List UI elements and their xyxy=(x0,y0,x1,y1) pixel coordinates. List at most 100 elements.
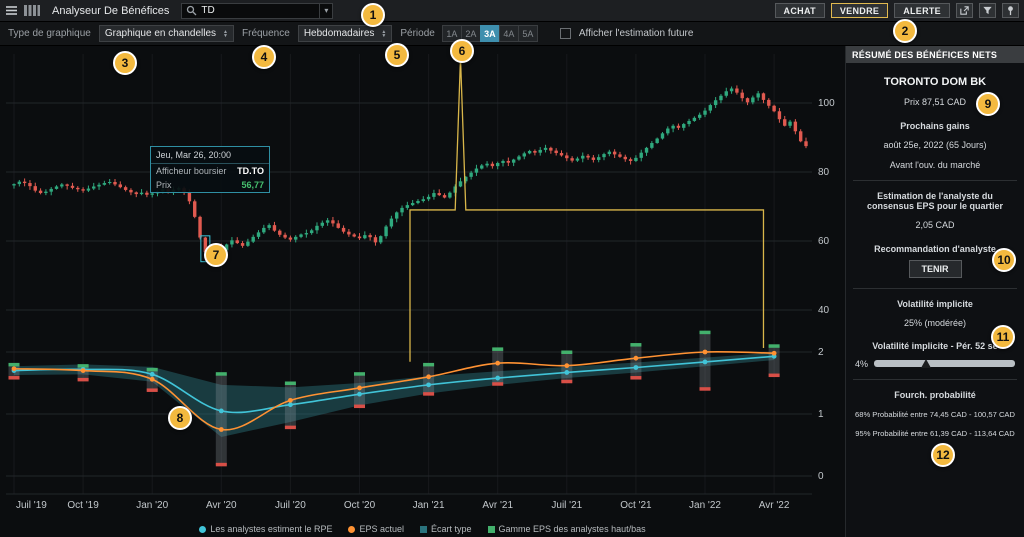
slider-marker[interactable] xyxy=(921,359,931,368)
probability-range-label: Fourch. probabilité xyxy=(853,390,1017,400)
legend-item[interactable]: Gamme EPS des analystes haut/bas xyxy=(488,524,646,534)
buy-button[interactable]: ACHAT xyxy=(775,3,825,18)
chart-toolbar: Type de graphique Graphique en chandelle… xyxy=(0,22,1024,46)
iv-52wk-slider[interactable] xyxy=(874,360,1015,367)
svg-text:Avr '21: Avr '21 xyxy=(482,500,513,511)
implied-volatility-value: 25% (modérée) xyxy=(853,318,1017,329)
legend-swatch xyxy=(199,526,206,533)
tooltip-symbol-value: TD.TO xyxy=(237,166,264,176)
updown-arrows-icon: ▲▼ xyxy=(381,30,386,38)
svg-text:60: 60 xyxy=(818,236,830,247)
implied-volatility-label: Volatilité implicite xyxy=(853,299,1017,309)
chart-type-dropdown[interactable]: Graphique en chandelles ▲▼ xyxy=(99,25,234,42)
svg-text:2: 2 xyxy=(818,347,824,358)
svg-text:Jan '21: Jan '21 xyxy=(413,500,445,511)
frequency-label: Fréquence xyxy=(242,28,290,39)
callout-10: 10 xyxy=(992,248,1016,272)
svg-text:Jan '20: Jan '20 xyxy=(136,500,168,511)
callout-9: 9 xyxy=(976,92,1000,116)
callout-2: 2 xyxy=(893,19,917,43)
frequency-value: Hebdomadaires xyxy=(304,28,375,39)
pin-icon[interactable] xyxy=(1002,3,1019,18)
future-estimate-checkbox[interactable] xyxy=(560,28,571,39)
next-earnings-when: Avant l'ouv. du marché xyxy=(853,160,1017,171)
legend-swatch xyxy=(488,526,495,533)
probability-95: 95% Probabilité entre 61,39 CAD - 113,64… xyxy=(853,429,1017,438)
sell-button[interactable]: VENDRE xyxy=(831,3,888,18)
alert-button[interactable]: ALERTE xyxy=(894,3,950,18)
external-link-icon[interactable] xyxy=(956,3,973,18)
app-root: Analyseur De Bénéfices ▾ ACHAT VENDRE AL… xyxy=(0,0,1024,537)
divider xyxy=(853,379,1017,380)
app-title: Analyseur De Bénéfices xyxy=(52,5,169,17)
svg-text:1: 1 xyxy=(818,409,824,420)
hamburger-menu-icon[interactable] xyxy=(5,5,18,16)
panel-header: RÉSUMÉ DES BÉNÉFICES NETS xyxy=(846,46,1024,63)
topbar: Analyseur De Bénéfices ▾ ACHAT VENDRE AL… xyxy=(0,0,1024,22)
svg-text:Avr '20: Avr '20 xyxy=(206,500,237,511)
callout-4: 4 xyxy=(252,45,276,69)
search-input[interactable] xyxy=(201,5,315,16)
chart-type-value: Graphique en chandelles xyxy=(105,28,216,39)
svg-text:Jan '22: Jan '22 xyxy=(689,500,721,511)
callout-7: 7 xyxy=(204,243,228,267)
chart-area: Juil '19 Oct '19 Jan '20 Avr '20 Juil '20 Oct… xyxy=(0,46,845,537)
symbol-search[interactable]: ▾ xyxy=(181,3,333,19)
axis-labels: Juil '19 Oct '19 Jan '20 Avr '20 Juil '20 Oct… xyxy=(16,98,835,511)
svg-text:100: 100 xyxy=(818,98,835,109)
period-4a-button[interactable]: 4A xyxy=(499,25,519,42)
consensus-eps-label: Estimation de l'analyste du consensus EP… xyxy=(853,191,1017,211)
callout-1: 1 xyxy=(361,3,385,27)
callout-3: 3 xyxy=(113,51,137,75)
chart-tooltip: Jeu, Mar 26, 20:00 Afficheur boursier TD.… xyxy=(150,146,270,193)
main-chart[interactable]: Juil '19 Oct '19 Jan '20 Avr '20 Juil '20 Oct… xyxy=(0,46,845,516)
legend-item[interactable]: EPS actuel xyxy=(348,524,404,534)
svg-text:Juil '21: Juil '21 xyxy=(551,500,582,511)
legend-item[interactable]: Les analystes estiment le RPE xyxy=(199,524,332,534)
caret-down-icon[interactable]: ▾ xyxy=(319,4,328,18)
period-label: Période xyxy=(400,28,434,39)
svg-text:0: 0 xyxy=(818,471,824,482)
legend-swatch xyxy=(420,526,427,533)
filter-icon[interactable] xyxy=(979,3,996,18)
next-earnings-label: Prochains gains xyxy=(853,121,1017,131)
tooltip-symbol-label: Afficheur boursier xyxy=(156,166,226,176)
iv-52wk-percent: 4% xyxy=(855,359,868,369)
svg-text:Avr '22: Avr '22 xyxy=(759,500,790,511)
svg-text:Oct '21: Oct '21 xyxy=(620,500,652,511)
future-estimate-label: Afficher l'estimation future xyxy=(579,28,694,39)
chart-type-label: Type de graphique xyxy=(8,28,91,39)
callout-6: 6 xyxy=(450,39,474,63)
callout-5: 5 xyxy=(385,43,409,67)
divider xyxy=(853,180,1017,181)
company-name: TORONTO DOM BK xyxy=(853,76,1017,88)
svg-text:Juil '20: Juil '20 xyxy=(275,500,306,511)
tooltip-price-value: 56,77 xyxy=(241,180,264,190)
svg-text:Oct '20: Oct '20 xyxy=(344,500,376,511)
tooltip-date: Jeu, Mar 26, 20:00 xyxy=(151,147,269,164)
tooltip-price-label: Prix xyxy=(156,180,172,190)
chart-legend: Les analystes estiment le RPE EPS actuel É… xyxy=(0,524,845,534)
search-icon xyxy=(186,5,197,16)
period-3a-button[interactable]: 3A xyxy=(480,25,500,42)
svg-text:Oct '19: Oct '19 xyxy=(67,500,99,511)
svg-text:Juil '19: Juil '19 xyxy=(16,500,47,511)
layout-panels-icon[interactable] xyxy=(24,5,40,16)
next-earnings-date: août 25e, 2022 (65 Jours) xyxy=(853,140,1017,151)
callout-11: 11 xyxy=(991,325,1015,349)
callout-12: 12 xyxy=(931,443,955,467)
frequency-dropdown[interactable]: Hebdomadaires ▲▼ xyxy=(298,25,393,42)
eps-layer xyxy=(9,331,780,467)
recommendation-label: Recommandation d'analyste xyxy=(853,244,1017,254)
future-estimate-line xyxy=(410,58,763,362)
svg-text:40: 40 xyxy=(818,305,830,316)
updown-arrows-icon: ▲▼ xyxy=(223,30,228,38)
period-5a-button[interactable]: 5A xyxy=(518,25,538,42)
svg-text:80: 80 xyxy=(818,167,830,178)
probability-68: 68% Probabilité entre 74,45 CAD - 100,57… xyxy=(853,410,1017,419)
grid xyxy=(6,54,812,494)
recommendation-badge[interactable]: TENIR xyxy=(909,260,962,278)
legend-item[interactable]: Écart type xyxy=(420,524,472,534)
divider xyxy=(853,288,1017,289)
consensus-eps-value: 2,05 CAD xyxy=(853,220,1017,231)
